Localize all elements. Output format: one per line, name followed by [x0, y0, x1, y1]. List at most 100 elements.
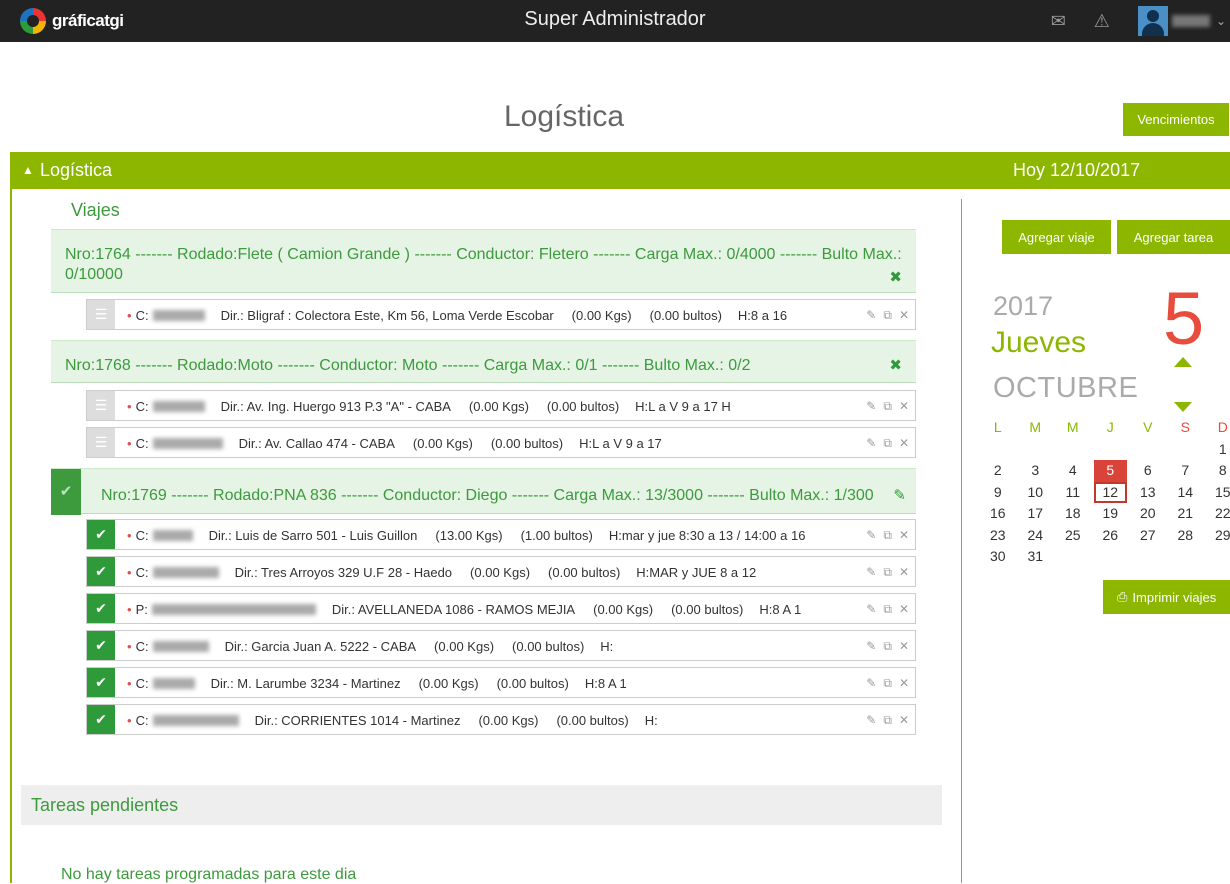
calendar-day[interactable]: 22	[1204, 503, 1230, 525]
calendar-day[interactable]: 15	[1204, 482, 1230, 504]
drag-handle-icon[interactable]: ☰	[87, 391, 115, 420]
stop-row[interactable]: ☰ • C: Dir.: Bligraf : Colectora Este, K…	[86, 299, 916, 330]
calendar-day[interactable]: 21	[1167, 503, 1205, 525]
trip-1769[interactable]: ✔ Nro:1769 ------- Rodado:PNA 836 ------…	[51, 468, 916, 515]
calendar-day[interactable]: 14	[1167, 482, 1205, 504]
copy-icon[interactable]: ⧉	[883, 528, 892, 543]
calendar-day[interactable]: 27	[1129, 525, 1167, 547]
copy-icon[interactable]: ⧉	[883, 565, 892, 580]
close-icon[interactable]: ✕	[899, 399, 909, 414]
edit-icon[interactable]: ✎	[866, 565, 876, 580]
calendar-day[interactable]: 17	[1017, 503, 1055, 525]
calendar-day[interactable]: 10	[1017, 482, 1055, 504]
calendar-day[interactable]: 1	[1204, 439, 1230, 461]
stop-bultos: (0.00 bultos)	[556, 713, 629, 728]
calendar-day[interactable]: 30	[979, 546, 1017, 568]
calendar-day[interactable]: 29	[1204, 525, 1230, 547]
stop-row[interactable]: ✔ • P: Dir.: AVELLANEDA 1086 - RAMOS MEJ…	[86, 593, 916, 624]
calendar-day[interactable]: 20	[1129, 503, 1167, 525]
calendar-day[interactable]: 3	[1017, 460, 1055, 482]
calendar-day[interactable]: 8	[1204, 460, 1230, 482]
copy-icon[interactable]: ⧉	[883, 639, 892, 654]
edit-icon[interactable]: ✎	[866, 399, 876, 414]
edit-icon[interactable]: ✎	[866, 639, 876, 654]
close-icon[interactable]: ✕	[899, 565, 909, 580]
drag-handle-icon[interactable]: ☰	[87, 428, 115, 457]
print-label: Imprimir viajes	[1132, 589, 1217, 605]
calendar-day[interactable]: 6	[1129, 460, 1167, 482]
calendar-day[interactable]: 28	[1167, 525, 1205, 547]
stop-row[interactable]: ✔ • C: Dir.: M. Larumbe 3234 - Martinez …	[86, 667, 916, 698]
copy-icon[interactable]: ⧉	[883, 436, 892, 451]
delete-trip-icon[interactable]: ✖	[889, 356, 902, 376]
calendar-day[interactable]: 26	[1092, 525, 1130, 547]
stop-row[interactable]: ✔ • C: Dir.: Luis de Sarro 501 - Luis Gu…	[86, 519, 916, 550]
check-icon[interactable]: ✔	[87, 631, 115, 660]
close-icon[interactable]: ✕	[899, 436, 909, 451]
edit-icon[interactable]: ✎	[866, 676, 876, 691]
stop-row[interactable]: ☰ • C: Dir.: Av. Ing. Huergo 913 P.3 "A"…	[86, 390, 916, 421]
calendar-day[interactable]: 23	[979, 525, 1017, 547]
close-icon[interactable]: ✕	[899, 528, 909, 543]
stop-row[interactable]: ✔ • C: Dir.: Tres Arroyos 329 U.F 28 - H…	[86, 556, 916, 587]
calendar-day[interactable]: 9	[979, 482, 1017, 504]
check-icon[interactable]: ✔	[87, 668, 115, 697]
calendar-day[interactable]: 18	[1054, 503, 1092, 525]
calendar-day[interactable]: 24	[1017, 525, 1055, 547]
calendar-week: 2345678	[979, 460, 1230, 482]
warning-icon[interactable]: ⚠	[1094, 11, 1110, 32]
drag-handle-icon[interactable]: ☰	[87, 300, 115, 329]
bullet-icon: •	[127, 308, 132, 323]
print-trips-button[interactable]: ⎙ Imprimir viajes	[1103, 580, 1230, 614]
check-icon[interactable]: ✔	[87, 705, 115, 734]
check-icon[interactable]: ✔	[51, 469, 81, 515]
copy-icon[interactable]: ⧉	[883, 602, 892, 617]
add-task-button[interactable]: Agregar tarea	[1117, 220, 1230, 254]
calendar-day[interactable]: 25	[1054, 525, 1092, 547]
edit-icon[interactable]: ✎	[866, 436, 876, 451]
close-icon[interactable]: ✕	[899, 602, 909, 617]
edit-icon[interactable]: ✎	[866, 308, 876, 323]
edit-icon[interactable]: ✎	[866, 713, 876, 728]
edit-icon[interactable]: ✎	[866, 602, 876, 617]
calendar-day[interactable]: 13	[1129, 482, 1167, 504]
calendar-day[interactable]: 31	[1017, 546, 1055, 568]
chevron-down-icon[interactable]	[1174, 402, 1192, 412]
trip-1764[interactable]: Nro:1764 ------- Rodado:Flete ( Camion G…	[51, 229, 916, 293]
chevron-up-icon[interactable]	[1174, 357, 1192, 367]
copy-icon[interactable]: ⧉	[883, 676, 892, 691]
envelope-icon[interactable]: ✉	[1051, 11, 1066, 32]
copy-icon[interactable]: ⧉	[883, 399, 892, 414]
calendar-day[interactable]: 16	[979, 503, 1017, 525]
stop-row[interactable]: ☰ • C: Dir.: Av. Callao 474 - CABA (0.00…	[86, 427, 916, 458]
calendar-day[interactable]: 5	[1093, 460, 1127, 482]
edit-icon[interactable]: ✎	[866, 528, 876, 543]
close-icon[interactable]: ✕	[899, 639, 909, 654]
calendar-day[interactable]: 7	[1167, 460, 1205, 482]
close-icon[interactable]: ✕	[899, 713, 909, 728]
calendar-day[interactable]: 4	[1054, 460, 1092, 482]
calendar-day[interactable]: 2	[979, 460, 1017, 482]
copy-icon[interactable]: ⧉	[883, 713, 892, 728]
trip-1768[interactable]: Nro:1768 ------- Rodado:Moto ------- Con…	[51, 340, 916, 383]
check-icon[interactable]: ✔	[87, 557, 115, 586]
user-avatar[interactable]	[1137, 6, 1168, 36]
vencimientos-button[interactable]: Vencimientos	[1123, 103, 1229, 136]
client-name-blurred	[151, 604, 316, 615]
check-icon[interactable]: ✔	[87, 594, 115, 623]
calendar-day[interactable]: 11	[1054, 482, 1092, 504]
calendar-day[interactable]: 19	[1092, 503, 1130, 525]
stop-type: C:	[135, 565, 149, 580]
stop-row[interactable]: ✔ • C: Dir.: Garcia Juan A. 5222 - CABA …	[86, 630, 916, 661]
calendar-day[interactable]: 12	[1093, 481, 1127, 503]
user-name-blurred[interactable]	[1171, 15, 1210, 27]
close-icon[interactable]: ✕	[899, 676, 909, 691]
copy-icon[interactable]: ⧉	[883, 308, 892, 323]
close-icon[interactable]: ✕	[899, 308, 909, 323]
delete-trip-icon[interactable]: ✖	[889, 268, 902, 288]
chevron-down-icon[interactable]: ⌄	[1216, 14, 1226, 28]
stop-row[interactable]: ✔ • C: Dir.: CORRIENTES 1014 - Martinez …	[86, 704, 916, 735]
add-trip-button[interactable]: Agregar viaje	[1002, 220, 1111, 254]
edit-trip-icon[interactable]: ✎	[893, 486, 906, 506]
check-icon[interactable]: ✔	[87, 520, 115, 549]
